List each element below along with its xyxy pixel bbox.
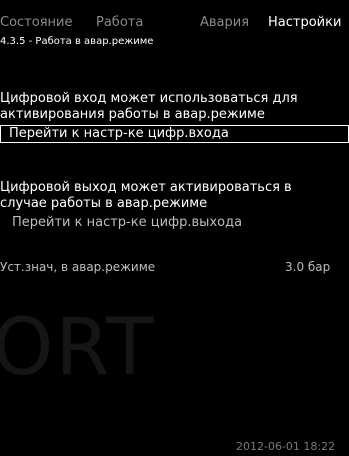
digital-input-text-line2: активирования работы в авар.режиме xyxy=(0,107,265,122)
tab-settings[interactable]: Настройки xyxy=(268,15,341,30)
go-to-digital-input-label: Перейти к настр-ке цифр.входа xyxy=(9,126,229,141)
breadcrumb: 4.3.5 - Работа в авар.режиме xyxy=(0,36,154,47)
tab-alarm[interactable]: Авария xyxy=(200,15,249,30)
emergency-setpoint-label: Уст.знач, в авар.режиме xyxy=(0,260,156,274)
go-to-digital-input-link[interactable]: Перейти к настр-ке цифр.входа xyxy=(0,125,349,143)
menu-tabs: Состояние Работа Авария Настройки xyxy=(0,15,349,35)
tab-operation[interactable]: Работа xyxy=(96,15,143,30)
digital-input-text-line1: Цифровой вход может использоваться для xyxy=(0,91,298,106)
digital-output-text-line2: случае работы в авар.режиме xyxy=(0,196,208,211)
watermark: ORT xyxy=(0,308,349,388)
datetime-display: 2012-06-01 18:22 xyxy=(236,440,336,453)
go-to-digital-output-link[interactable]: Перейти к настр-ке цифр.выхода xyxy=(12,215,242,231)
digital-output-text-line1: Цифровой выход может активироваться в xyxy=(0,180,292,195)
watermark-text: ORT xyxy=(0,308,156,388)
tab-status[interactable]: Состояние xyxy=(0,15,72,30)
emergency-setpoint-value[interactable]: 3.0 бар xyxy=(285,260,330,274)
